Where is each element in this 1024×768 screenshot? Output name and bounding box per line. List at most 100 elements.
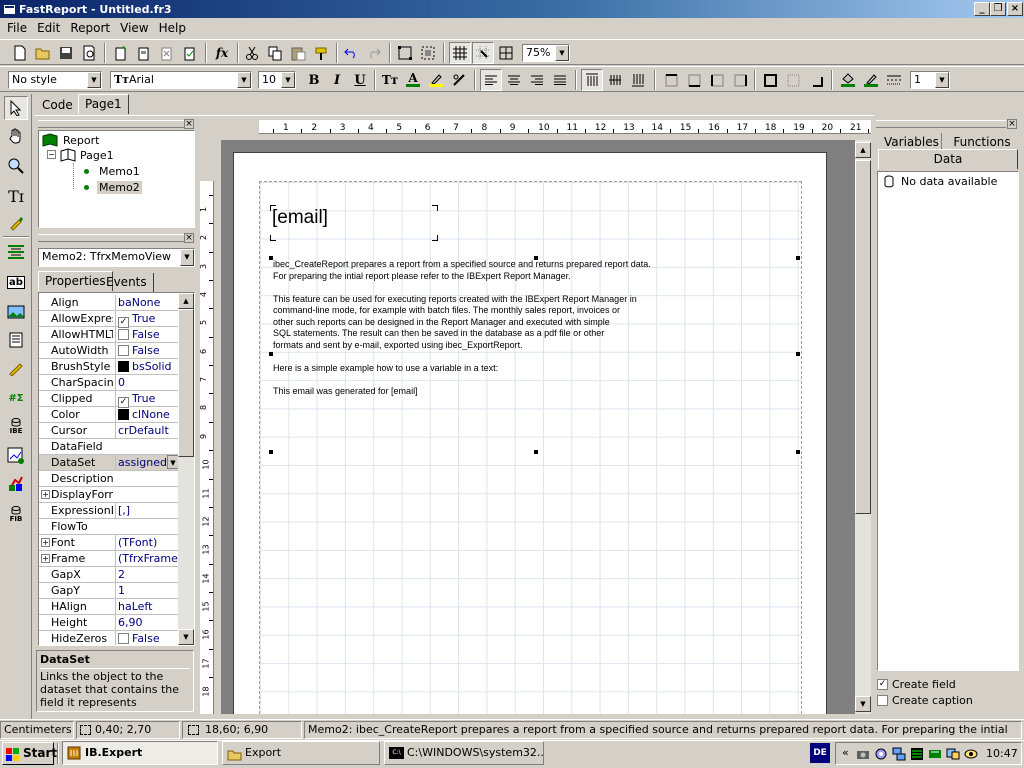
text-tool-icon[interactable]: Tɪ xyxy=(4,184,28,208)
draw-tool-icon[interactable] xyxy=(4,356,28,380)
minimize-button[interactable]: _ xyxy=(974,2,990,16)
rotation-icon[interactable] xyxy=(448,69,470,91)
ibe-tool-icon[interactable]: IBE xyxy=(4,414,28,438)
property-value[interactable]: (TFont) xyxy=(115,535,179,550)
resize-handle[interactable] xyxy=(269,352,273,356)
align-left-icon[interactable] xyxy=(480,69,502,91)
memo2-text[interactable]: ibec_CreateReport prepares a report from… xyxy=(271,256,800,454)
property-value[interactable]: ✓ True xyxy=(115,391,179,408)
highlight-icon[interactable] xyxy=(425,69,447,91)
valign-bottom-icon[interactable] xyxy=(627,69,649,91)
scroll-down-icon[interactable]: ▼ xyxy=(178,629,194,645)
property-row[interactable]: Cursor crDefault xyxy=(39,423,179,439)
font-color-icon[interactable]: A xyxy=(402,69,424,91)
open-icon[interactable] xyxy=(32,42,54,64)
tree-item-memo1[interactable]: Memo1 xyxy=(84,165,140,178)
property-row[interactable]: Color clNone xyxy=(39,407,179,423)
resize-handle[interactable] xyxy=(269,256,273,260)
resize-handle[interactable] xyxy=(534,256,538,260)
dropdown-arrow-icon[interactable]: ▼ xyxy=(180,249,194,266)
scroll-thumb[interactable] xyxy=(178,309,194,457)
property-value[interactable]: crDefault xyxy=(115,423,179,438)
property-row[interactable]: AllowExpressions✓True xyxy=(39,311,179,328)
save-icon[interactable] xyxy=(55,42,77,64)
property-value[interactable]: ✓ True xyxy=(115,311,179,328)
tray-app-icon[interactable] xyxy=(928,747,942,764)
new-icon[interactable] xyxy=(9,42,31,64)
property-value[interactable]: 1 xyxy=(115,583,179,598)
format-painter-icon[interactable] xyxy=(310,42,332,64)
resize-handle[interactable] xyxy=(796,450,800,454)
expand-icon[interactable]: + xyxy=(41,554,50,563)
property-value[interactable]: 6,90 xyxy=(115,615,179,630)
subreport-tool-icon[interactable] xyxy=(4,328,28,352)
menu-edit[interactable]: Edit xyxy=(32,21,65,35)
memo1-email[interactable]: [email] xyxy=(271,207,437,240)
property-row[interactable]: GapX 2 xyxy=(39,567,179,583)
tree-item-report[interactable]: Report xyxy=(42,133,99,147)
property-row[interactable]: + Font (TFont) xyxy=(39,535,179,551)
property-value[interactable]: clNone xyxy=(115,407,179,422)
font-size-combo[interactable]: 10 ▼ xyxy=(258,71,296,89)
bold-icon[interactable]: B xyxy=(303,69,325,91)
ungroup-icon[interactable] xyxy=(417,42,439,64)
page-settings-icon[interactable] xyxy=(179,42,201,64)
band-tool-icon[interactable] xyxy=(4,240,28,264)
underline-icon[interactable]: U xyxy=(349,69,371,91)
property-row[interactable]: Clipped ✓ True xyxy=(39,391,179,408)
zoom-tool-icon[interactable] xyxy=(4,154,28,178)
align-to-grid-icon[interactable] xyxy=(472,42,494,64)
property-row[interactable]: ExpressionDelimiters [,] xyxy=(39,503,179,519)
picture-tool-icon[interactable] xyxy=(4,300,28,324)
frame-left-icon[interactable] xyxy=(706,69,728,91)
dropdown-arrow-icon[interactable]: ▼ xyxy=(555,45,569,61)
property-value[interactable]: (TfrxFrame) xyxy=(115,551,179,566)
close-icon[interactable]: × xyxy=(184,119,194,129)
preview-icon[interactable] xyxy=(78,42,100,64)
hand-tool-icon[interactable] xyxy=(4,124,28,148)
dropdown-arrow-icon[interactable]: ▼ xyxy=(935,72,949,88)
italic-icon[interactable]: I xyxy=(326,69,348,91)
property-value[interactable]: False xyxy=(115,327,179,342)
close-icon[interactable]: × xyxy=(184,233,194,243)
new-page-icon[interactable] xyxy=(110,42,132,64)
show-grid-icon[interactable] xyxy=(449,42,471,64)
align-center-icon[interactable] xyxy=(503,69,525,91)
undo-icon[interactable] xyxy=(340,42,362,64)
property-row[interactable]: Description xyxy=(39,471,179,487)
resize-handle[interactable] xyxy=(269,450,273,454)
valign-center-icon[interactable] xyxy=(604,69,626,91)
frame-style-icon[interactable] xyxy=(883,69,905,91)
property-value[interactable]: False xyxy=(115,343,179,358)
property-row[interactable]: BrushStyle bsSolid xyxy=(39,359,179,375)
delete-page-icon[interactable] xyxy=(156,42,178,64)
property-value[interactable]: haLeft xyxy=(115,599,179,614)
property-row[interactable]: + Frame (TfrxFrame) xyxy=(39,551,179,567)
menu-view[interactable]: View xyxy=(115,21,153,35)
display-icon[interactable] xyxy=(946,747,960,764)
task-export[interactable]: Export xyxy=(222,741,380,765)
checkbox-unchecked[interactable] xyxy=(877,695,888,706)
monitor-icon[interactable] xyxy=(910,747,924,764)
dropdown-arrow-icon[interactable]: ▼ xyxy=(237,72,251,88)
dropdown-arrow-icon[interactable]: ▼ xyxy=(87,72,101,88)
property-row[interactable]: CharSpacing 0 xyxy=(39,375,179,391)
scroll-down-icon[interactable]: ▼ xyxy=(855,696,871,712)
property-row[interactable]: HideZeros False xyxy=(39,631,179,645)
property-row[interactable]: AllowHTMLTags False xyxy=(39,327,179,343)
property-row[interactable]: DataSet assigned) ▼ xyxy=(39,455,179,471)
create-field-checkbox[interactable]: ✓ Create field xyxy=(877,678,956,691)
expand-icon[interactable]: + xyxy=(41,538,50,547)
language-indicator[interactable]: DE xyxy=(810,743,830,763)
start-button[interactable]: Start xyxy=(2,742,57,765)
dropdown-arrow-icon[interactable]: ▼ xyxy=(281,72,295,88)
task-ibexpert[interactable]: IB.Expert xyxy=(62,741,218,765)
frame-bottom-icon[interactable] xyxy=(683,69,705,91)
object-combo[interactable]: Memo2: TfrxMemoView ▼ xyxy=(38,248,195,267)
scroll-thumb[interactable] xyxy=(855,160,871,514)
frame-top-icon[interactable] xyxy=(660,69,682,91)
align-right-icon[interactable] xyxy=(526,69,548,91)
property-scrollbar[interactable]: ▲ ▼ xyxy=(178,293,194,645)
property-row[interactable]: HAlign haLeft xyxy=(39,599,179,615)
shadow-icon[interactable] xyxy=(805,69,827,91)
